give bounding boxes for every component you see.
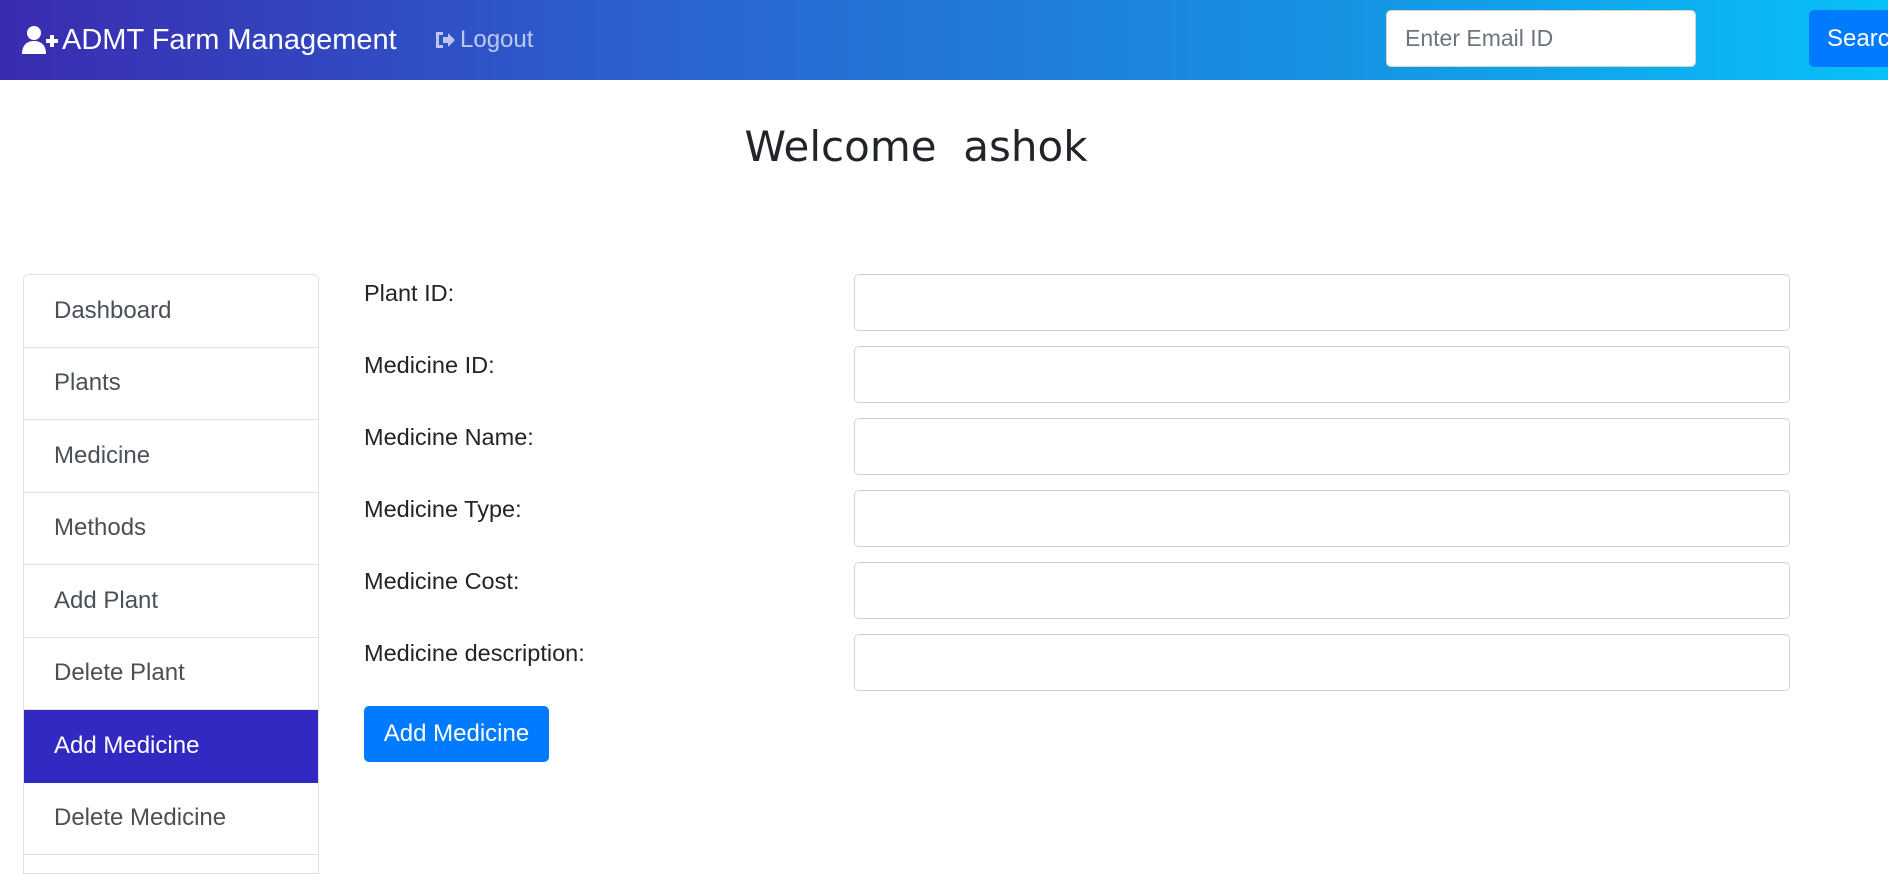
- plant-id-label: Plant ID:: [364, 280, 455, 306]
- medicine-id-field[interactable]: [854, 346, 1790, 403]
- medicine-type-label: Medicine Type:: [364, 496, 522, 522]
- brand-link[interactable]: ADMT Farm Management: [22, 20, 397, 60]
- top-navbar: ADMT Farm Management Logout Search: [0, 0, 1888, 80]
- sidebar-item-dashboard[interactable]: Dashboard: [24, 275, 318, 348]
- medicine-description-label: Medicine description:: [364, 640, 585, 666]
- user-plus-icon: [22, 25, 58, 55]
- medicine-id-label: Medicine ID:: [364, 352, 495, 378]
- sidebar-item-medicine[interactable]: Medicine: [24, 420, 318, 493]
- logout-label: Logout: [460, 26, 534, 53]
- email-search-input[interactable]: [1386, 10, 1696, 67]
- sign-out-icon: [434, 30, 456, 50]
- search-button[interactable]: Search: [1809, 10, 1888, 67]
- medicine-description-field[interactable]: [854, 634, 1790, 691]
- medicine-name-label: Medicine Name:: [364, 424, 534, 450]
- sidebar-item-methods[interactable]: Methods: [24, 493, 318, 565]
- plant-id-field[interactable]: [854, 274, 1790, 331]
- medicine-name-field[interactable]: [854, 418, 1790, 475]
- welcome-heading: Welcome ashok: [744, 122, 1088, 171]
- sidebar-menu: Dashboard Plants Medicine Methods Add Pl…: [23, 274, 319, 874]
- medicine-cost-label: Medicine Cost:: [364, 568, 520, 594]
- sidebar-item-add-medicine[interactable]: Add Medicine: [24, 710, 318, 783]
- medicine-cost-field[interactable]: [854, 562, 1790, 619]
- sidebar-item-delete-medicine[interactable]: Delete Medicine: [24, 783, 318, 855]
- medicine-type-field[interactable]: [854, 490, 1790, 547]
- logout-link[interactable]: Logout: [434, 20, 533, 60]
- brand-title: ADMT Farm Management: [62, 23, 397, 56]
- sidebar-item-plants[interactable]: Plants: [24, 348, 318, 420]
- sidebar-item-delete-plant[interactable]: Delete Plant: [24, 638, 318, 710]
- add-medicine-button[interactable]: Add Medicine: [364, 706, 549, 762]
- sidebar-item-add-plant[interactable]: Add Plant: [24, 565, 318, 638]
